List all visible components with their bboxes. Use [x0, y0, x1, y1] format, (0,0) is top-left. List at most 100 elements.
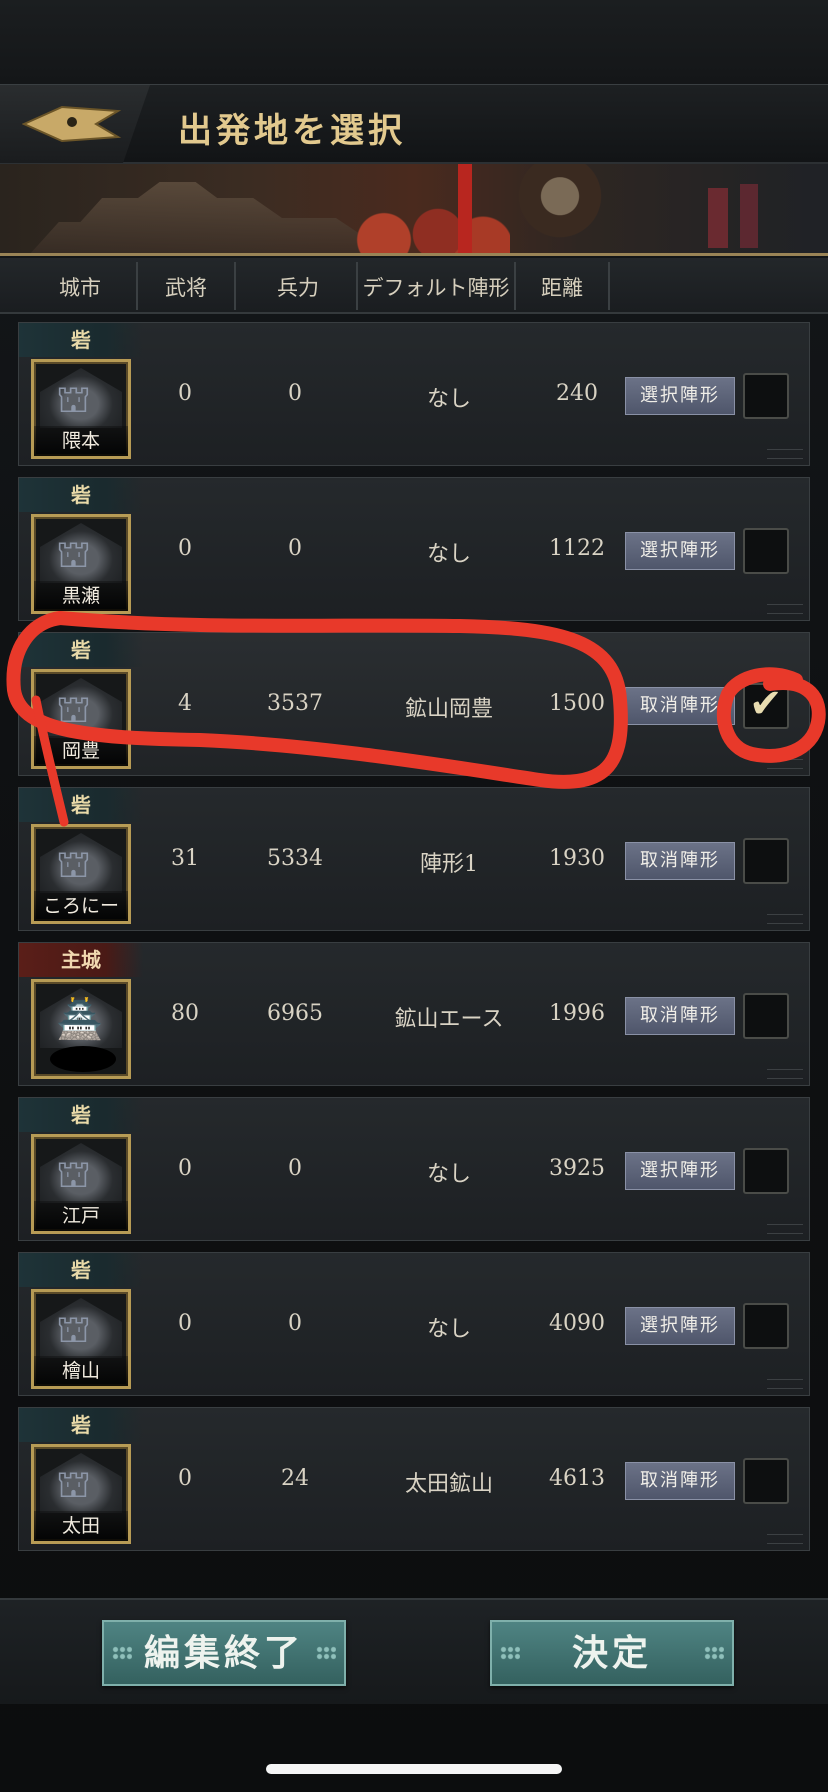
- select-checkbox[interactable]: [743, 1458, 789, 1504]
- corner-ornament: [767, 1069, 803, 1079]
- button-ornament: [704, 1646, 724, 1660]
- col-city: 城市: [59, 276, 101, 300]
- formation-button[interactable]: 選択陣形: [625, 1307, 735, 1345]
- default-formation: なし: [426, 1162, 471, 1187]
- city-row[interactable]: 砦 ⛫ 檜山 0 0 なし 4090 選択陣形: [18, 1252, 810, 1396]
- city-type-badge: 砦: [19, 323, 143, 357]
- formation-button[interactable]: 取消陣形: [625, 842, 735, 880]
- corner-ornament: [767, 604, 803, 614]
- default-formation: 鉱山岡豊: [404, 697, 493, 722]
- troops-count: 3537: [267, 691, 323, 716]
- castle-icon: ⛫: [56, 377, 91, 421]
- default-formation: なし: [426, 1317, 471, 1342]
- castle-icon: ⛫: [56, 1462, 91, 1506]
- back-button[interactable]: [0, 85, 150, 163]
- select-checkbox[interactable]: [743, 1148, 789, 1194]
- button-ornament: [500, 1646, 520, 1660]
- select-checkbox[interactable]: [743, 838, 789, 884]
- city-type-badge: 砦: [19, 1253, 143, 1287]
- city-type-badge: 砦: [19, 478, 143, 512]
- formation-button[interactable]: 選択陣形: [625, 532, 735, 570]
- button-ornament: [112, 1646, 132, 1660]
- page-title: 出発地を選択: [178, 111, 406, 151]
- generals-count: 0: [178, 1466, 192, 1491]
- check-icon: ✔: [749, 681, 783, 727]
- default-formation: なし: [426, 542, 471, 567]
- distance: 4090: [549, 1311, 605, 1336]
- city-row[interactable]: 砦 ⛫ 江戸 0 0 なし 3925 選択陣形: [18, 1097, 810, 1241]
- end-edit-button[interactable]: 編集終了: [102, 1620, 346, 1686]
- city-portrait: 🏯: [31, 979, 131, 1079]
- select-checkbox[interactable]: [743, 528, 789, 574]
- col-troops: 兵力: [277, 276, 319, 300]
- bottom-action-bar: 編集終了 決定: [0, 1598, 828, 1704]
- castle-icon: ⛫: [56, 687, 91, 731]
- formation-button[interactable]: 選択陣形: [625, 1152, 735, 1190]
- arrowhead-back-icon: [22, 105, 122, 143]
- city-row[interactable]: 砦 ⛫ 隈本 0 0 なし 240 選択陣形: [18, 322, 810, 466]
- column-divider: [136, 262, 138, 310]
- city-row[interactable]: 主城 🏯 80 6965 鉱山エース 1996 取消陣形: [18, 942, 810, 1086]
- castle-icon: 🏯: [56, 997, 104, 1041]
- city-portrait: ⛫ 江戸: [31, 1134, 131, 1234]
- city-name: ころにー: [34, 891, 128, 921]
- col-default-formation: デフォルト陣形: [362, 276, 510, 300]
- redaction-mark: [50, 1046, 116, 1072]
- troops-count: 24: [281, 1466, 309, 1491]
- formation-button[interactable]: 選択陣形: [625, 377, 735, 415]
- home-indicator[interactable]: [266, 1764, 562, 1774]
- confirm-button[interactable]: 決定: [490, 1620, 734, 1686]
- city-name: 太田: [34, 1511, 128, 1541]
- generals-count: 31: [171, 846, 199, 871]
- banner-flag: [708, 188, 728, 248]
- castle-icon: ⛫: [56, 532, 91, 576]
- select-checkbox[interactable]: [743, 373, 789, 419]
- city-row[interactable]: 砦 ⛫ 太田 0 24 太田鉱山 4613 取消陣形: [18, 1407, 810, 1551]
- samurai-figure: [500, 164, 620, 253]
- castle-icon: ⛫: [56, 1152, 91, 1196]
- generals-count: 80: [171, 1001, 199, 1026]
- column-divider: [514, 262, 516, 310]
- city-portrait: ⛫ 岡豊: [31, 669, 131, 769]
- castle-icon: ⛫: [56, 1307, 91, 1351]
- castle-icon: ⛫: [56, 842, 91, 886]
- city-portrait: ⛫ ころにー: [31, 824, 131, 924]
- city-name: 檜山: [34, 1356, 128, 1386]
- troops-count: 6965: [267, 1001, 323, 1026]
- col-generals: 武将: [165, 276, 207, 300]
- distance: 4613: [549, 1466, 605, 1491]
- select-checkbox[interactable]: [743, 993, 789, 1039]
- formation-button[interactable]: 取消陣形: [625, 997, 735, 1035]
- generals-count: 0: [178, 1311, 192, 1336]
- city-row[interactable]: 砦 ⛫ ころにー 31 5334 陣形1 1930 取消陣形: [18, 787, 810, 931]
- city-name: 岡豊: [34, 736, 128, 766]
- generals-count: 0: [178, 1156, 192, 1181]
- formation-button[interactable]: 取消陣形: [625, 687, 735, 725]
- confirm-label: 決定: [571, 1632, 652, 1674]
- select-checkbox[interactable]: ✔: [743, 681, 789, 729]
- generals-count: 0: [178, 381, 192, 406]
- troops-count: 0: [288, 1311, 302, 1336]
- column-divider: [608, 262, 610, 310]
- default-formation: なし: [426, 387, 471, 412]
- city-type-badge: 主城: [19, 943, 143, 977]
- city-portrait: ⛫ 太田: [31, 1444, 131, 1544]
- corner-ornament: [767, 914, 803, 924]
- red-pole: [458, 164, 472, 253]
- generals-count: 0: [178, 536, 192, 561]
- city-name: 江戸: [34, 1201, 128, 1231]
- select-checkbox[interactable]: [743, 1303, 789, 1349]
- formation-button[interactable]: 取消陣形: [625, 1462, 735, 1500]
- button-ornament: [316, 1646, 336, 1660]
- city-row[interactable]: 砦 ⛫ 岡豊 4 3537 鉱山岡豊 1500 取消陣形 ✔: [18, 632, 810, 776]
- distance: 1122: [549, 536, 605, 561]
- col-distance: 距離: [541, 276, 583, 300]
- title-bar: 出発地を選択: [0, 84, 828, 164]
- city-row[interactable]: 砦 ⛫ 黒瀬 0 0 なし 1122 選択陣形: [18, 477, 810, 621]
- default-formation: 陣形1: [420, 852, 478, 877]
- corner-ornament: [767, 1379, 803, 1389]
- corner-ornament: [767, 449, 803, 459]
- corner-ornament: [767, 1224, 803, 1234]
- generals-count: 4: [178, 691, 192, 716]
- city-portrait: ⛫ 檜山: [31, 1289, 131, 1389]
